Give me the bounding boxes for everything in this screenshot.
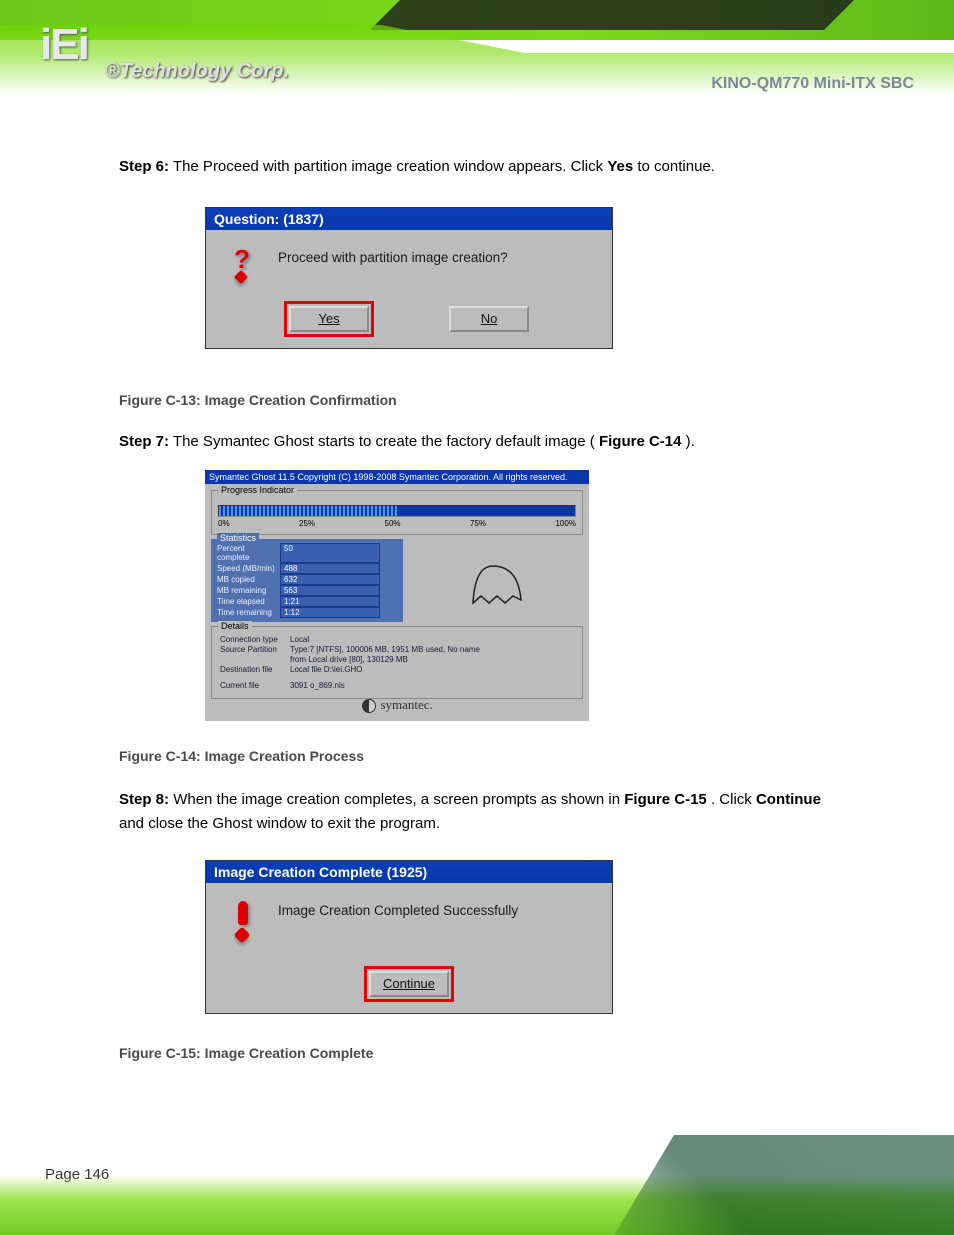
step-text: The Symantec Ghost starts to create the … (173, 433, 595, 450)
step-after1: . Click (711, 791, 752, 808)
step-after: ). (686, 433, 695, 450)
progress-bar (218, 505, 576, 517)
ghost-titlebar: Symantec Ghost 11.5 Copyright (C) 1998-2… (205, 470, 589, 484)
step-after: to continue. (637, 158, 715, 175)
step-prefix: Step 8: (119, 791, 169, 808)
brand-logo: iEi (40, 20, 88, 70)
step-text: The Proceed with partition image creatio… (173, 158, 603, 175)
details-box: Details Connection typeLocal Source Part… (211, 626, 583, 699)
step-prefix: Step 7: (119, 433, 169, 450)
dialog-message: Image Creation Completed Successfully (278, 901, 518, 941)
step-action: Continue (756, 791, 821, 808)
yes-button[interactable]: Yes (289, 306, 369, 332)
dialog-message: Proceed with partition image creation? (278, 248, 508, 276)
step-7: Step 7: The Symantec Ghost starts to cre… (119, 430, 839, 454)
step-action: Yes (607, 158, 633, 175)
continue-button[interactable]: Continue (369, 971, 449, 997)
ghost-screenshot: Symantec Ghost 11.5 Copyright (C) 1998-2… (205, 470, 589, 721)
dialog-complete: Image Creation Complete (1925) Image Cre… (205, 860, 613, 1014)
figure-ref: Figure C-15 (624, 791, 707, 808)
step-8: Step 8: When the image creation complete… (119, 788, 839, 836)
step-text: When the image creation completes, a scr… (173, 791, 620, 808)
figure-caption-1: Figure C-13: Image Creation Confirmation (119, 392, 397, 408)
dialog-title: Image Creation Complete (1925) (206, 861, 612, 883)
step-after2: and close the Ghost window to exit the p… (119, 815, 440, 832)
symantec-footer: symantec. (205, 697, 589, 714)
progress-indicator-box: Progress Indicator 0%25%50%75%100% (211, 490, 583, 535)
ghost-logo-icon (413, 539, 583, 626)
figure-caption-3: Figure C-15: Image Creation Complete (119, 1045, 373, 1061)
product-title: KINO-QM770 Mini-ITX SBC (711, 75, 914, 93)
figure-caption-2: Figure C-14: Image Creation Process (119, 748, 364, 764)
figure-ref: Figure C-14 (599, 433, 682, 450)
no-button[interactable]: No (449, 306, 529, 332)
dialog-title: Question: (1837) (206, 208, 612, 230)
question-icon (228, 248, 258, 276)
brand-tagline: ®Technology Corp. (105, 60, 289, 83)
statistics-box: Statistics Percent complete50 Speed (MB/… (211, 539, 403, 622)
page-footer-bg (0, 1127, 954, 1235)
step-prefix: Step 6: (119, 158, 169, 175)
logo-text: iEi (40, 20, 88, 70)
page-header-bg (0, 0, 954, 110)
header-deco (370, 0, 854, 30)
exclamation-icon (228, 901, 258, 941)
step-6: Step 6: The Proceed with partition image… (119, 155, 839, 179)
dialog-question: Question: (1837) Proceed with partition … (205, 207, 613, 349)
